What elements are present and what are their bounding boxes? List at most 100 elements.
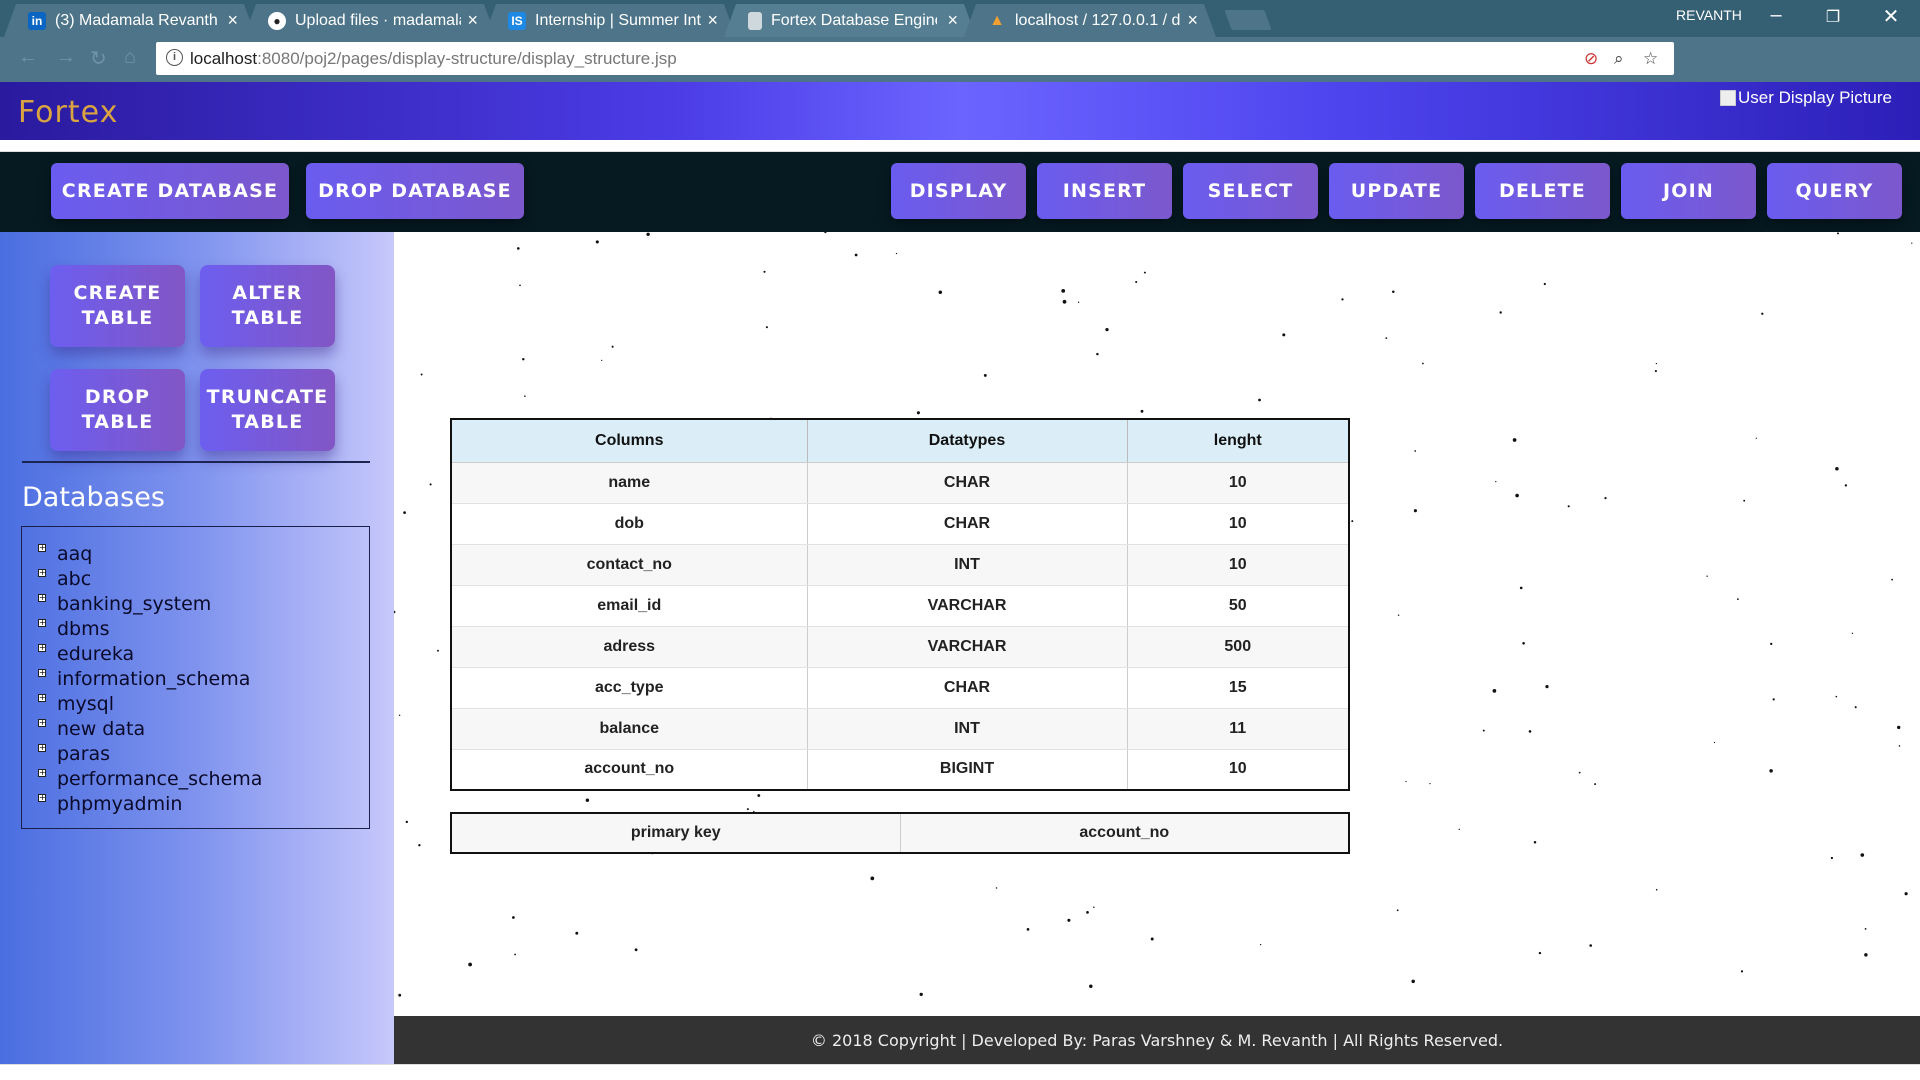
reload-icon[interactable]: ↻	[90, 46, 107, 71]
browser-tab-linkedin[interactable]: in (3) Madamala Revanth | L ×	[4, 4, 256, 37]
insert-button[interactable]: INSERT	[1037, 163, 1172, 219]
star-dot	[418, 844, 421, 847]
sidebar-divider	[22, 461, 370, 463]
database-item[interactable]: + edureka	[38, 641, 369, 666]
database-item[interactable]: + information_schema	[38, 666, 369, 691]
delete-button[interactable]: DELETE	[1475, 163, 1610, 219]
blocked-content-icon[interactable]: ⊘	[1584, 49, 1598, 69]
database-item[interactable]: + performance_schema	[38, 766, 369, 791]
cell-column: account_no	[451, 749, 808, 791]
close-tab-icon[interactable]: ×	[467, 10, 478, 31]
site-logo[interactable]: Fortex	[18, 95, 118, 130]
profile-name[interactable]: REVANTH	[1676, 7, 1742, 23]
tab-title: Internship | Summer Inte	[535, 11, 701, 29]
star-dot	[983, 373, 987, 377]
database-item[interactable]: + paras	[38, 741, 369, 766]
database-item[interactable]: + mysql	[38, 691, 369, 716]
database-item[interactable]: + banking_system	[38, 591, 369, 616]
zoom-icon[interactable]: ⌕	[1614, 49, 1624, 69]
star-dot	[1830, 856, 1834, 860]
footer: © 2018 Copyright | Developed By: Paras V…	[394, 1016, 1920, 1064]
site-info-icon[interactable]: i	[166, 49, 183, 66]
star-dot	[1396, 909, 1399, 912]
star-dot	[1897, 725, 1901, 730]
user-display-picture[interactable]: User Display Picture	[1720, 88, 1892, 108]
expand-icon[interactable]: +	[38, 593, 46, 602]
star-dot	[1429, 782, 1431, 785]
expand-icon[interactable]: +	[38, 693, 46, 702]
url-input[interactable]: i localhost:8080/poj2/pages/display-stru…	[156, 42, 1674, 75]
star-dot	[1422, 362, 1424, 365]
close-tab-icon[interactable]: ×	[1187, 10, 1198, 31]
browser-tab-internship[interactable]: IS Internship | Summer Inte ×	[484, 4, 736, 37]
cell-length: 10	[1127, 749, 1350, 791]
cell-datatype: CHAR	[807, 667, 1128, 709]
database-item[interactable]: + dbms	[38, 616, 369, 641]
star-dot	[1904, 892, 1908, 896]
create-table-button[interactable]: CREATE TABLE	[50, 265, 185, 347]
new-tab-button[interactable]	[1224, 10, 1272, 30]
drop-database-button[interactable]: DROP DATABASE	[306, 163, 524, 219]
display-button[interactable]: DISPLAY	[891, 163, 1026, 219]
browser-tab-phpmyadmin[interactable]: ▲ localhost / 127.0.0.1 / db ×	[964, 4, 1216, 37]
star-dot	[1341, 298, 1344, 301]
expand-icon[interactable]: +	[38, 618, 46, 627]
close-tab-icon[interactable]: ×	[947, 10, 958, 31]
database-item[interactable]: + phpmyadmin	[38, 791, 369, 816]
update-button[interactable]: UPDATE	[1329, 163, 1464, 219]
expand-icon[interactable]: +	[38, 768, 46, 777]
expand-icon[interactable]: +	[38, 718, 46, 727]
back-icon[interactable]: ←	[18, 46, 38, 69]
minimize-icon[interactable]: –	[1756, 4, 1796, 27]
home-icon[interactable]: ⌂	[124, 46, 136, 69]
select-button[interactable]: SELECT	[1183, 163, 1318, 219]
drop-table-button[interactable]: DROP TABLE	[50, 369, 185, 451]
join-button[interactable]: JOIN	[1621, 163, 1756, 219]
cell-column: adress	[451, 626, 808, 668]
truncate-table-button[interactable]: TRUNCATE TABLE	[200, 369, 335, 451]
browser-tab-github[interactable]: ● Upload files · madamalar ×	[244, 4, 496, 37]
expand-icon[interactable]: +	[38, 743, 46, 752]
expand-icon[interactable]: +	[38, 668, 46, 677]
window-close-icon[interactable]: ✕	[1871, 4, 1911, 29]
query-button[interactable]: QUERY	[1767, 163, 1902, 219]
address-bar-row: ← → ↻ ⌂ i localhost:8080/poj2/pages/disp…	[0, 37, 1920, 105]
forward-icon[interactable]: →	[56, 46, 76, 69]
bookmark-star-icon[interactable]: ☆	[1643, 49, 1658, 69]
star-dot	[995, 887, 998, 889]
browser-tab-fortex[interactable]: Fortex Database Engine | ×	[724, 4, 976, 37]
header-divider	[0, 140, 1920, 152]
cell-column: balance	[451, 708, 808, 750]
database-item[interactable]: + new data	[38, 716, 369, 741]
star-dot	[398, 714, 401, 717]
database-item[interactable]: + aaq	[38, 541, 369, 566]
cell-length: 10	[1127, 462, 1350, 504]
star-dot	[1844, 484, 1848, 487]
star-dot	[854, 253, 858, 257]
star-dot	[1522, 642, 1525, 645]
close-tab-icon[interactable]: ×	[227, 10, 238, 31]
page-icon	[748, 12, 762, 30]
expand-icon[interactable]: +	[38, 543, 46, 552]
close-tab-icon[interactable]: ×	[707, 10, 718, 31]
cell-datatype: INT	[807, 544, 1128, 586]
star-dot	[824, 232, 827, 234]
expand-icon[interactable]: +	[38, 793, 46, 802]
restore-icon[interactable]: ❐	[1813, 7, 1853, 27]
star-dot	[1397, 614, 1400, 616]
expand-icon[interactable]: +	[38, 643, 46, 652]
star-dot	[517, 247, 520, 250]
cell-column: dob	[451, 503, 808, 545]
star-dot	[1495, 480, 1497, 483]
create-database-button[interactable]: CREATE DATABASE	[51, 163, 289, 219]
database-item[interactable]: + abc	[38, 566, 369, 591]
cell-column: acc_type	[451, 667, 808, 709]
star-dot	[1860, 853, 1865, 857]
expand-icon[interactable]: +	[38, 568, 46, 577]
table-row: balance INT 11	[451, 708, 1350, 750]
star-dot	[1743, 499, 1746, 502]
star-dot	[519, 284, 521, 287]
alter-table-button[interactable]: ALTER TABLE	[200, 265, 335, 347]
table-row: primary key account_no	[451, 813, 1350, 853]
star-dot	[1062, 299, 1067, 304]
